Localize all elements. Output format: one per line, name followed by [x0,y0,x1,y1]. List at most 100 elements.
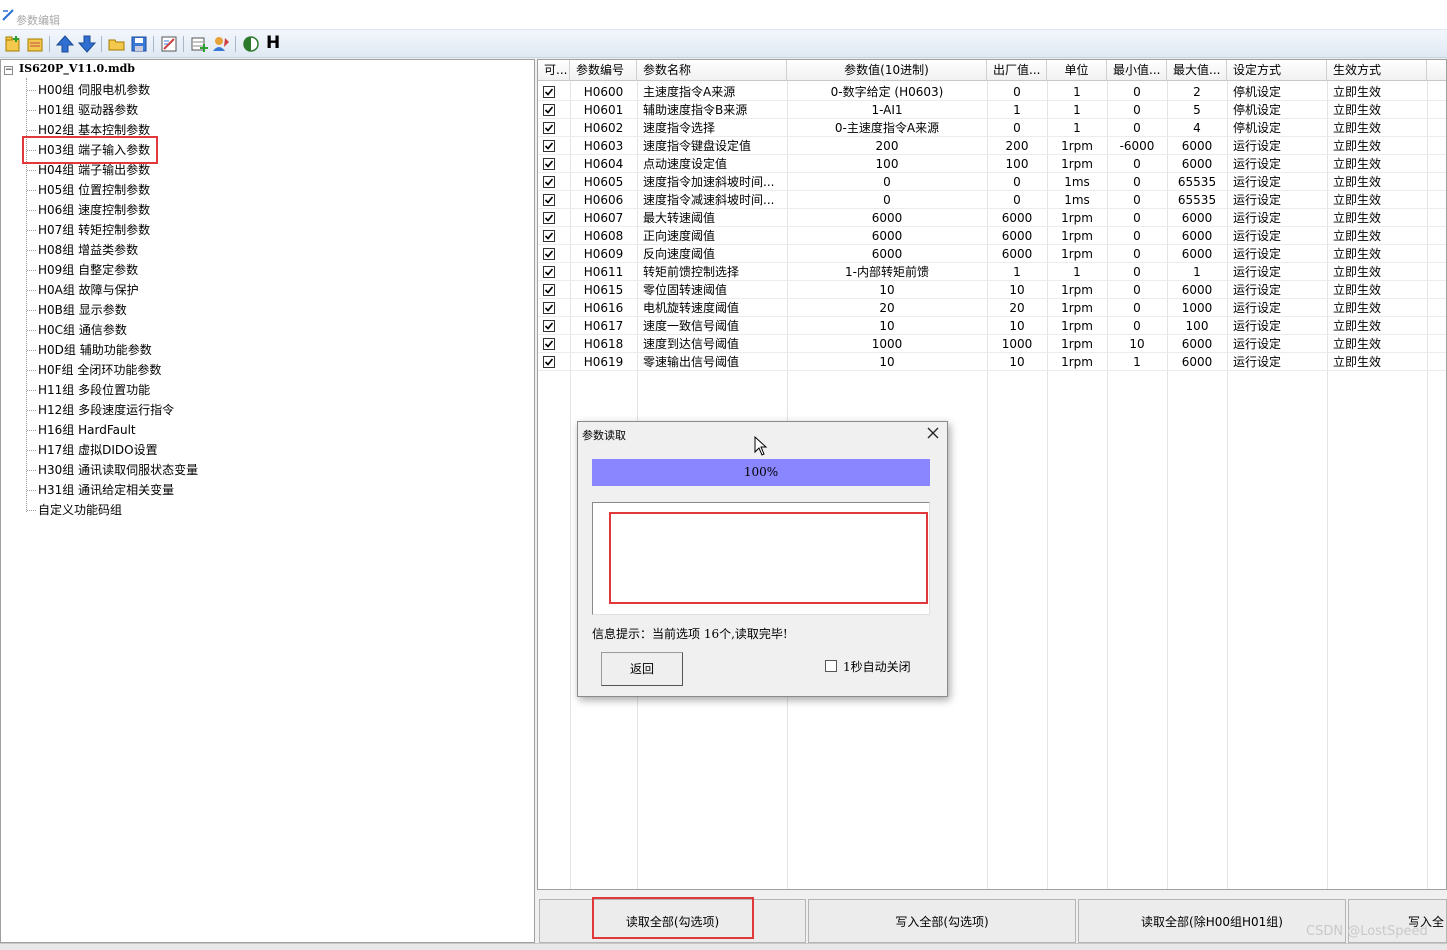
column-header[interactable]: 单位 [1047,60,1107,81]
table-row[interactable]: H0603 速度指令键盘设定值 200 200 1rpm -6000 6000 运行设定 立即生… [538,137,1446,155]
row-checkbox[interactable] [543,212,555,224]
row-checkbox[interactable] [543,284,555,296]
table-row[interactable]: H0608 正向速度阈值 6000 6000 1rpm 0 6000 运行设定 立即生效 [538,227,1446,245]
column-header[interactable]: 生效方式 [1327,60,1427,81]
tree-item[interactable]: H06组 速度控制参数 [27,200,150,220]
row-checkbox[interactable] [543,248,555,260]
tree-item[interactable]: H00组 伺服电机参数 [27,80,150,100]
cell-factory: 0 [1013,121,1021,135]
tree-item[interactable]: H31组 通讯给定相关变量 [27,480,174,500]
tree-item[interactable]: H09组 自整定参数 [27,260,138,280]
table-row[interactable]: H0615 零位固转速阈值 10 10 1rpm 0 6000 运行设定 立即生效 [538,281,1446,299]
user-settings-icon[interactable] [211,34,231,54]
table-row[interactable]: H0611 转矩前馈控制选择 1-内部转矩前馈 1 1 0 1 运行设定 立即生效 [538,263,1446,281]
tree-connector [27,310,36,311]
column-header[interactable]: 最小值... [1107,60,1167,81]
table-row[interactable]: H0605 速度指令加速斜坡时间... 0 0 1ms 0 65535 运行设定 立即生效 [538,173,1446,191]
cell-effect: 立即生效 [1333,193,1382,207]
tree-item[interactable]: H30组 通讯读取伺服状态变量 [27,460,198,480]
check-icon [544,286,554,294]
row-checkbox[interactable] [543,266,555,278]
cell-value: 6000 [871,229,903,243]
close-icon[interactable] [926,426,940,440]
tree-item-label: H07组 转矩控制参数 [38,223,151,237]
cell-code: H0606 [583,193,624,207]
table-row[interactable]: H0619 零速输出信号阈值 10 10 1rpm 1 6000 运行设定 立即生效 [538,353,1446,371]
row-checkbox[interactable] [543,104,555,116]
cell-unit: 1rpm [1061,139,1093,153]
row-checkbox[interactable] [543,176,555,188]
tree-item[interactable]: 自定义功能码组 [27,500,122,520]
row-checkbox[interactable] [543,194,555,206]
move-up-icon[interactable] [55,34,75,54]
cell-unit: 1rpm [1061,229,1093,243]
row-checkbox[interactable] [543,230,555,242]
open-folder-icon[interactable] [107,34,127,54]
column-header[interactable]: 参数名称 [637,60,787,81]
check-icon [544,160,554,168]
new-file-icon[interactable] [3,34,23,54]
tree-item[interactable]: H08组 增益类参数 [27,240,138,260]
cell-value: 0 [883,193,891,207]
new-folder-icon[interactable] [25,34,45,54]
tree-root-label[interactable]: IS620P_V11.0.mdb [19,62,135,75]
tree-item[interactable]: H0C组 通信参数 [27,320,127,340]
row-checkbox[interactable] [543,356,555,368]
column-header[interactable]: 最大值... [1167,60,1227,81]
tree-item[interactable]: H0D组 辅助功能参数 [27,340,152,360]
back-button[interactable]: 返回 [601,652,683,686]
table-row[interactable]: H0618 速度到达信号阈值 1000 1000 1rpm 10 6000 运行设定 立即生效 [538,335,1446,353]
cell-code: H0616 [583,301,624,315]
table-row[interactable]: H0602 速度指令选择 0-主速度指令A来源 0 1 0 4 停机设定 立即生效 [538,119,1446,137]
collapse-icon[interactable]: − [4,66,13,75]
tree-item[interactable]: H16组 HardFault [27,420,136,440]
add-row-icon[interactable] [189,34,209,54]
column-header[interactable]: 参数编号 [570,60,637,81]
tree-item[interactable]: H11组 多段位置功能 [27,380,150,400]
cell-effect: 立即生效 [1333,229,1382,243]
check-icon [544,232,554,240]
h-toolbar-button[interactable]: H [266,33,280,53]
tree-item[interactable]: H0B组 显示参数 [27,300,127,320]
cell-max: 6000 [1181,157,1213,171]
table-row[interactable]: H0606 速度指令减速斜坡时间... 0 0 1ms 0 65535 运行设定 立即生效 [538,191,1446,209]
tree-item[interactable]: H05组 位置控制参数 [27,180,150,200]
table-row[interactable]: H0604 点动速度设定值 100 100 1rpm 0 6000 运行设定 立即生效 [538,155,1446,173]
edit-icon[interactable] [159,34,179,54]
column-header[interactable]: 设定方式 [1227,60,1327,81]
row-checkbox[interactable] [543,86,555,98]
move-down-icon[interactable] [77,34,97,54]
tree-item[interactable]: H17组 虚拟DIDO设置 [27,440,158,460]
save-icon[interactable] [129,34,149,54]
cell-set: 运行设定 [1233,229,1282,243]
tree-item[interactable]: H0A组 故障与保护 [27,280,139,300]
table-row[interactable]: H0607 最大转速阈值 6000 6000 1rpm 0 6000 运行设定 立即生效 [538,209,1446,227]
table-row[interactable]: H0600 主速度指令A来源 0-数字给定 (H0603) 0 1 0 2 停机设定 立即生效 [538,83,1446,101]
row-checkbox[interactable] [543,338,555,350]
column-header[interactable]: 参数值(10进制) [787,60,987,81]
table-row[interactable]: H0616 电机旋转速度阈值 20 20 1rpm 0 1000 运行设定 立即生效 [538,299,1446,317]
row-checkbox[interactable] [543,140,555,152]
contrast-icon[interactable] [241,34,261,54]
tree-item[interactable]: H0F组 全闭环功能参数 [27,360,161,380]
tree-item-label: H00组 伺服电机参数 [38,83,151,97]
write-all-checked-button[interactable]: 写入全部(勾选项) [808,899,1076,943]
tree-item[interactable]: H07组 转矩控制参数 [27,220,150,240]
tree-item[interactable]: H01组 驱动器参数 [27,100,138,120]
tree-item[interactable]: H12组 多段速度运行指令 [27,400,174,420]
check-icon [544,88,554,96]
row-checkbox[interactable] [543,122,555,134]
column-header[interactable]: 出厂值... [987,60,1047,81]
table-row[interactable]: H0601 辅助速度指令B来源 1-AI1 1 1 0 5 停机设定 立即生效 [538,101,1446,119]
cell-set: 运行设定 [1233,211,1282,225]
table-row[interactable]: H0617 速度一致信号阈值 10 10 1rpm 0 100 运行设定 立即生效 [538,317,1446,335]
row-checkbox[interactable] [543,320,555,332]
check-icon [544,340,554,348]
table-row[interactable]: H0609 反向速度阈值 6000 6000 1rpm 0 6000 运行设定 立即生效 [538,245,1446,263]
row-checkbox[interactable] [543,302,555,314]
auto-close-checkbox[interactable] [825,660,837,672]
column-header[interactable]: 可... [538,60,570,81]
tree-item-label: H16组 HardFault [38,423,136,437]
row-checkbox[interactable] [543,158,555,170]
cell-code: H0611 [583,265,624,279]
